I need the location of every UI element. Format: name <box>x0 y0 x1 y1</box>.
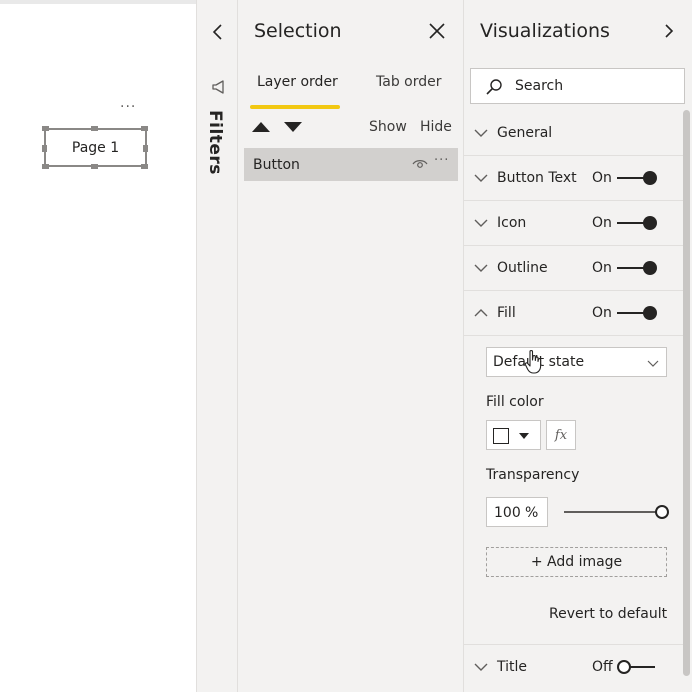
megaphone-icon <box>212 80 224 94</box>
card-label: General <box>497 125 553 141</box>
hide-all-button[interactable]: Hide <box>420 119 452 135</box>
eye-icon[interactable] <box>412 158 428 170</box>
card-label: Title <box>497 659 528 675</box>
filters-label[interactable]: Filters <box>205 110 225 175</box>
resize-handle[interactable] <box>141 164 148 169</box>
card-label: Button Text <box>497 170 577 186</box>
toggle-state-label: On <box>592 260 612 276</box>
card-fill[interactable]: Fill On <box>464 291 684 336</box>
search-placeholder: Search <box>515 78 564 94</box>
card-icon[interactable]: Icon On <box>464 201 684 246</box>
fill-color-picker[interactable] <box>486 420 541 450</box>
move-up-icon[interactable] <box>252 122 270 132</box>
page-navigation-button[interactable]: Page 1 <box>44 128 147 167</box>
search-icon <box>486 79 502 95</box>
conditional-formatting-button[interactable]: fx <box>546 420 576 450</box>
chevron-down-icon <box>647 360 659 367</box>
show-all-button[interactable]: Show <box>369 119 407 135</box>
revert-to-default-button[interactable]: Revert to default <box>549 606 667 622</box>
transparency-value: 100 <box>494 505 521 521</box>
chevron-down-icon <box>474 174 488 182</box>
toggle-state-label: On <box>592 305 612 321</box>
scrollbar[interactable] <box>683 110 690 676</box>
card-label: Outline <box>497 260 548 276</box>
card-button-text[interactable]: Button Text On <box>464 156 684 201</box>
close-icon[interactable] <box>428 22 446 40</box>
fx-icon: fx <box>554 427 568 443</box>
color-swatch <box>493 428 509 444</box>
transparency-unit: % <box>525 505 539 521</box>
visualizations-pane: Visualizations Search General Button Tex… <box>464 0 692 692</box>
toggle-switch[interactable] <box>617 306 657 320</box>
search-input[interactable]: Search <box>470 68 685 104</box>
transparency-label: Transparency <box>486 467 580 483</box>
toggle-state-label: On <box>592 215 612 231</box>
caret-down-icon <box>519 433 529 439</box>
toggle-switch[interactable] <box>617 216 657 230</box>
canvas-top-border <box>0 0 196 4</box>
resize-handle[interactable] <box>143 145 148 152</box>
layer-item-name: Button <box>253 157 300 173</box>
chevron-down-icon <box>474 219 488 227</box>
slider-track <box>564 511 660 513</box>
fill-color-label: Fill color <box>486 394 544 410</box>
card-label: Icon <box>497 215 527 231</box>
toggle-switch[interactable] <box>617 660 655 674</box>
toggle-switch[interactable] <box>617 171 657 185</box>
chevron-left-icon[interactable] <box>209 22 227 42</box>
resize-handle[interactable] <box>42 145 47 152</box>
slider-thumb[interactable] <box>655 505 669 519</box>
chevron-down-icon <box>474 129 488 137</box>
hand-cursor-icon <box>524 350 542 374</box>
chevron-right-icon[interactable] <box>662 22 676 40</box>
state-dropdown[interactable]: Default state <box>486 347 667 377</box>
selection-title: Selection <box>254 20 342 42</box>
toggle-switch[interactable] <box>617 261 657 275</box>
toggle-state-label: Off <box>592 659 613 675</box>
card-title[interactable]: Title Off <box>464 645 684 690</box>
selection-pane: Selection Layer order Tab order Show Hid… <box>238 0 464 692</box>
transparency-slider[interactable] <box>564 505 670 519</box>
visualizations-title: Visualizations <box>480 20 610 42</box>
move-down-icon[interactable] <box>284 122 302 132</box>
filters-pane-collapsed[interactable]: Filters <box>196 0 238 692</box>
page-button-label: Page 1 <box>71 139 120 156</box>
card-outline[interactable]: Outline On <box>464 246 684 291</box>
resize-handle[interactable] <box>42 164 49 169</box>
chevron-down-icon <box>474 264 488 272</box>
resize-handle[interactable] <box>42 126 49 131</box>
layer-item-button[interactable]: Button ··· <box>244 148 458 181</box>
tab-tab-order[interactable]: Tab order <box>376 74 441 90</box>
card-general[interactable]: General <box>464 111 684 156</box>
toggle-state-label: On <box>592 170 612 186</box>
transparency-input[interactable]: 100 % <box>486 497 548 527</box>
layer-more-options[interactable]: ··· <box>434 153 449 168</box>
card-label: Fill <box>497 305 516 321</box>
chevron-up-icon <box>474 309 488 317</box>
active-tab-indicator <box>250 105 340 109</box>
report-canvas[interactable]: ··· Page 1 <box>0 0 196 692</box>
resize-handle[interactable] <box>141 126 148 131</box>
tab-layer-order[interactable]: Layer order <box>257 74 338 90</box>
resize-handle[interactable] <box>91 126 98 131</box>
chevron-down-icon <box>474 663 488 671</box>
add-image-button[interactable]: + Add image <box>486 547 667 577</box>
resize-handle[interactable] <box>91 164 98 169</box>
visual-more-options[interactable]: ··· <box>120 100 136 114</box>
